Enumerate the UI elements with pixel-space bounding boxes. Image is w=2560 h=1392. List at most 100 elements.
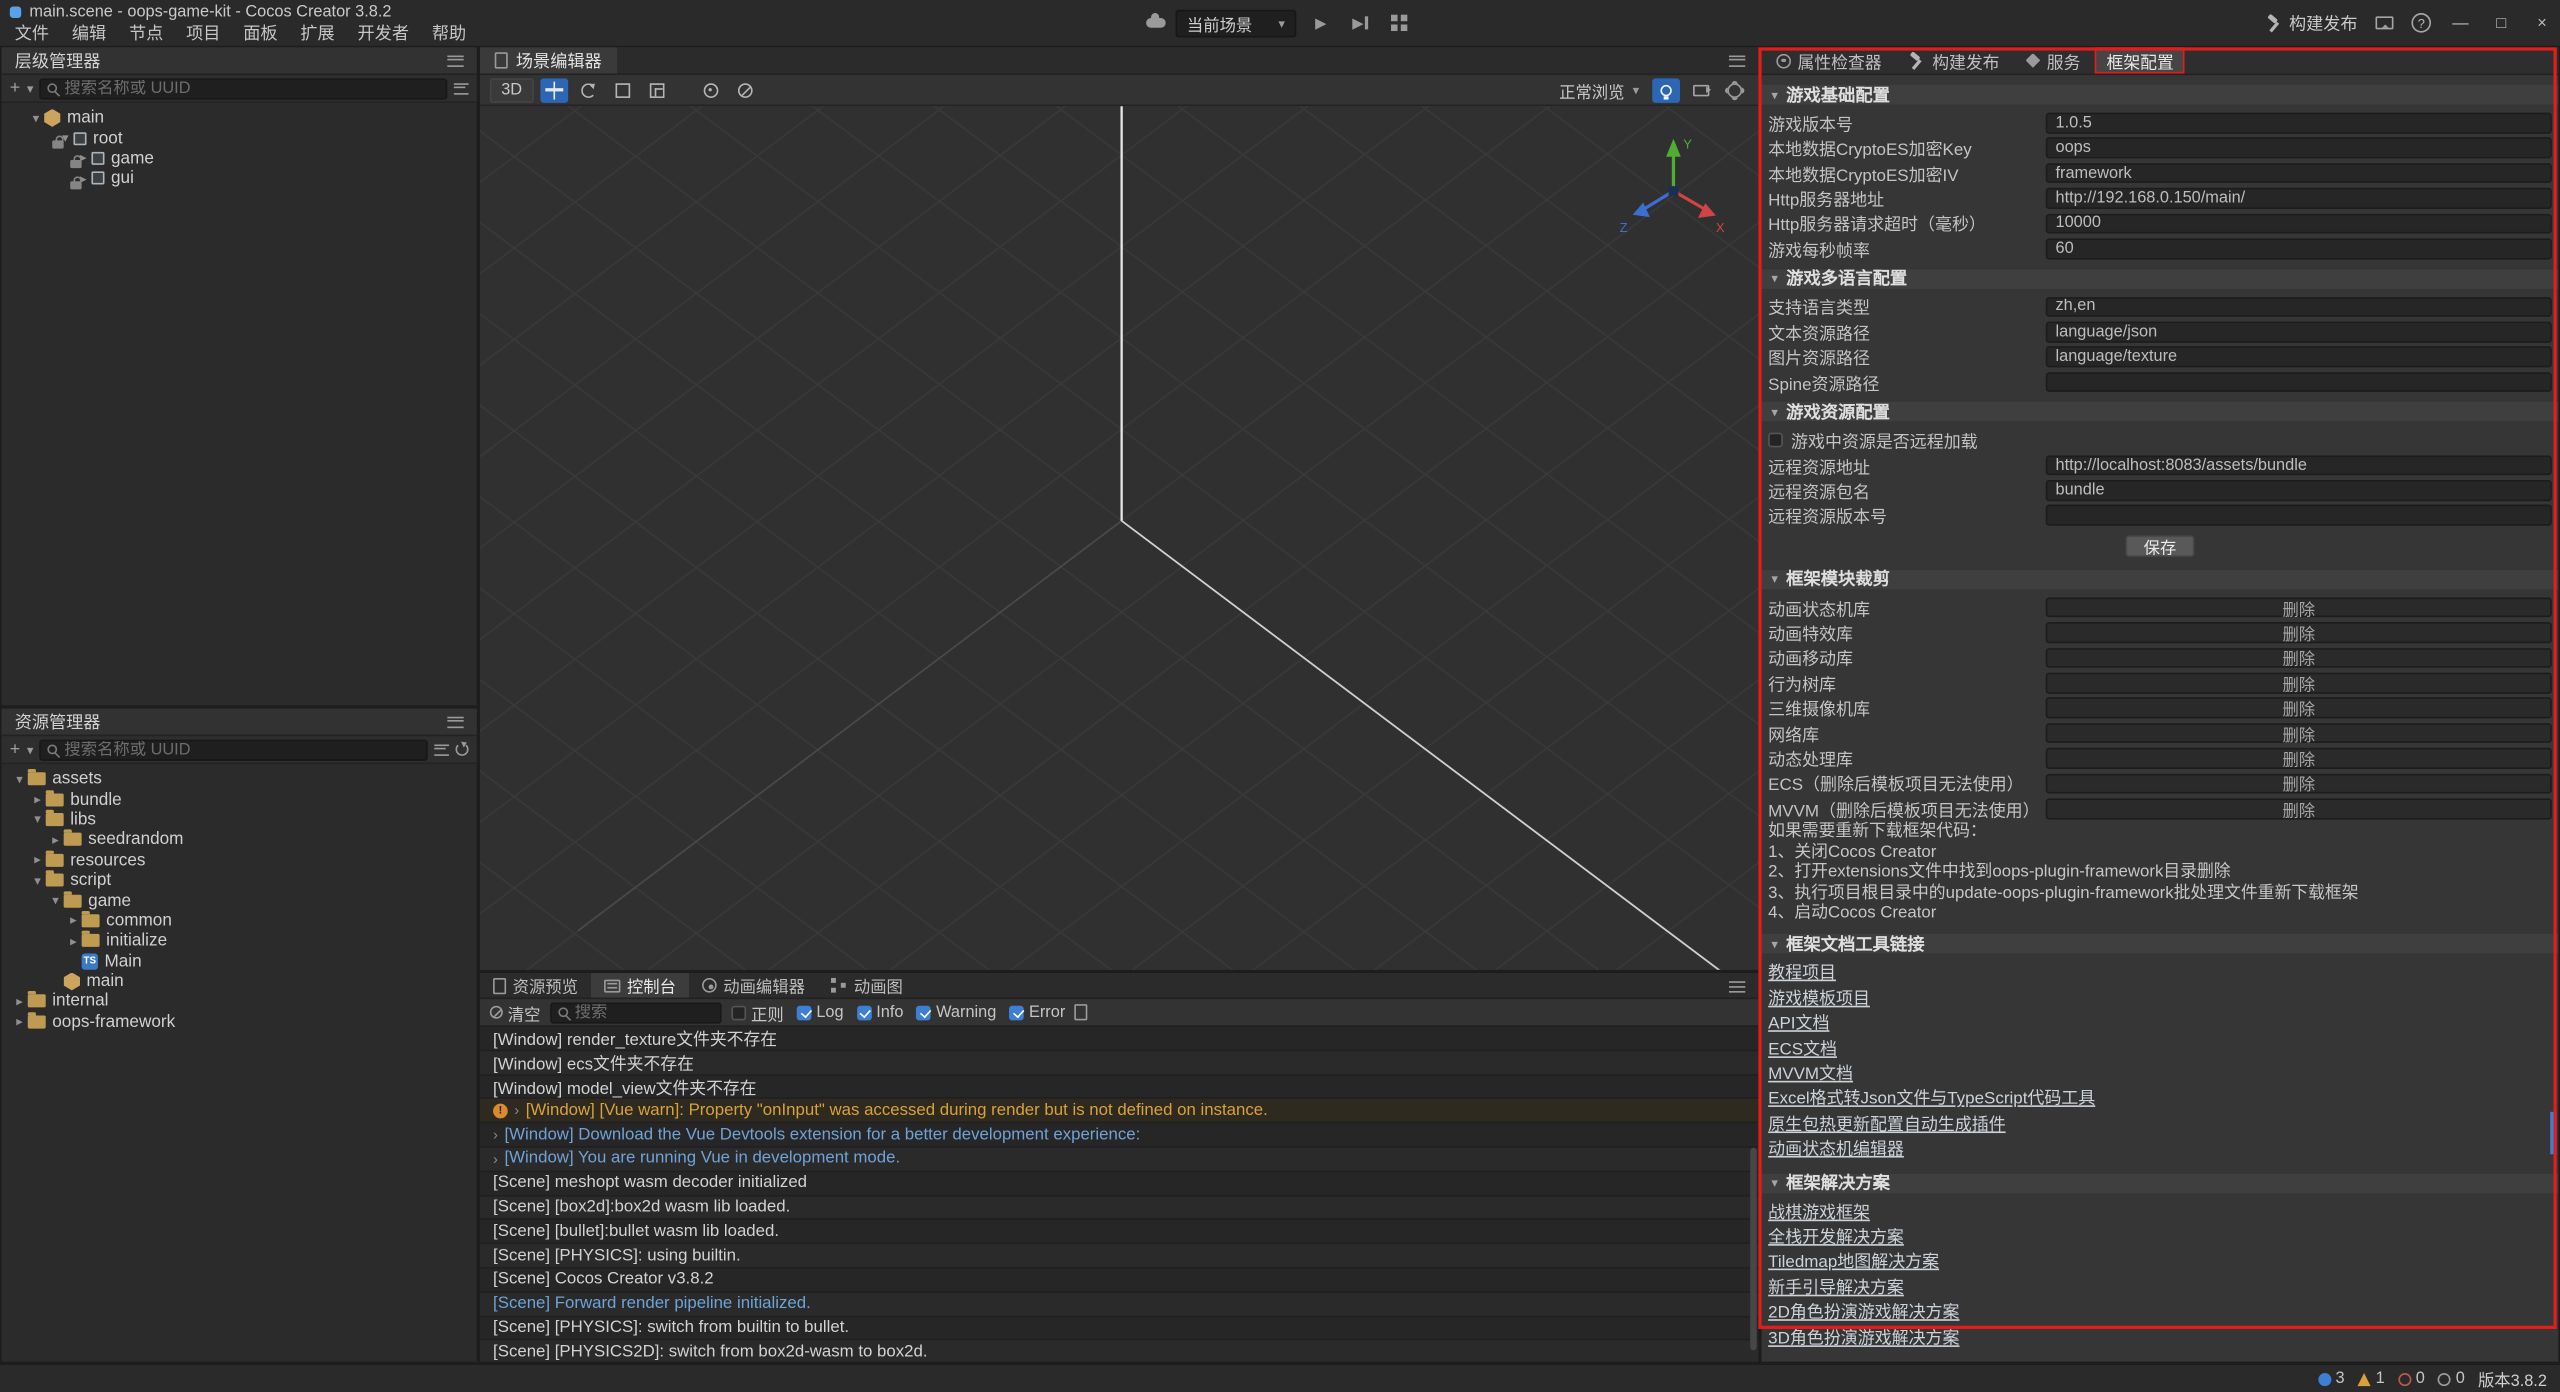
remote-version-input[interactable] xyxy=(2046,505,2552,526)
tree-node-gui[interactable]: ▸gui xyxy=(2,168,477,188)
expand-arrow-icon[interactable]: ▸ xyxy=(29,792,45,807)
inspector-tab-framework-config[interactable]: 框架配置 xyxy=(2095,47,2185,73)
warning-count[interactable]: 1 xyxy=(2358,1370,2385,1388)
filter-log[interactable]: Log xyxy=(797,1003,844,1021)
layout-button[interactable] xyxy=(1385,9,1414,37)
create-asset-button[interactable]: + xyxy=(10,740,21,758)
filter-error[interactable]: Error xyxy=(1009,1003,1065,1021)
info-count[interactable]: 3 xyxy=(2318,1370,2345,1388)
camera-settings-button[interactable] xyxy=(1687,78,1715,102)
mode-3d-button[interactable]: 3D xyxy=(490,78,534,102)
scene-editor-tab[interactable]: 场景编辑器 xyxy=(480,47,616,73)
delete-module-button[interactable]: 删除 xyxy=(2046,648,2552,669)
delete-module-button[interactable]: 删除 xyxy=(2046,698,2552,719)
console-tab-anim-editor[interactable]: 动画编辑器 xyxy=(689,973,818,997)
tree-node-bundle[interactable]: ▸bundle xyxy=(2,789,477,809)
menu-item[interactable]: 项目 xyxy=(175,23,232,46)
menu-item[interactable]: 开发者 xyxy=(346,23,420,46)
rotate-tool-button[interactable] xyxy=(574,78,602,102)
section-header-0[interactable]: ▾游戏基础配置 xyxy=(1762,83,2559,106)
play-button[interactable]: ▶ xyxy=(1306,9,1335,37)
log-row[interactable]: !›[Window] [Vue warn]: Property "onInput… xyxy=(480,1099,1758,1123)
remote-bundle-name-input[interactable] xyxy=(2046,480,2552,501)
assets-search-input[interactable] xyxy=(64,740,419,758)
doc-link[interactable]: 3D角色扮演游戏解决方案 xyxy=(1768,1327,1959,1352)
doc-link[interactable]: 战棋游戏框架 xyxy=(1768,1201,1870,1226)
inspector-tab-service[interactable]: 服务 xyxy=(2014,47,2092,73)
console-tab-anim-graph[interactable]: 动画图 xyxy=(818,973,916,997)
panel-menu-icon[interactable] xyxy=(1729,981,1745,992)
log-row[interactable]: ›[Window] You are running Vue in develop… xyxy=(480,1148,1758,1172)
console-tab-console[interactable]: 控制台 xyxy=(591,973,689,997)
inspector-tab-inspector[interactable]: 属性检查器 xyxy=(1765,47,1893,73)
build-publish-button[interactable]: 构建发布 xyxy=(2264,11,2357,35)
expand-arrow-icon[interactable]: ▾ xyxy=(11,772,27,787)
chevron-down-icon[interactable]: ▾ xyxy=(27,81,34,96)
spine-resource-path-input[interactable] xyxy=(2046,372,2552,393)
expand-arrow-icon[interactable]: ▸ xyxy=(65,913,81,928)
remote-server-address-input[interactable] xyxy=(2046,455,2552,476)
minimize-button[interactable]: — xyxy=(2449,14,2472,32)
doc-link[interactable]: ECS文档 xyxy=(1768,1038,1837,1063)
tree-node-game[interactable]: ▾game xyxy=(2,890,477,910)
delete-module-button[interactable]: 删除 xyxy=(2046,673,2552,694)
expand-arrow-icon[interactable]: ▸ xyxy=(47,832,63,847)
axis-gizmo[interactable]: Y X Z xyxy=(1611,126,1735,250)
expand-arrow-icon[interactable]: ▸ xyxy=(65,934,81,949)
expand-arrow-icon[interactable]: ▾ xyxy=(29,812,45,827)
inspector-tab-build[interactable]: 构建发布 xyxy=(1896,47,2011,73)
doc-link[interactable]: 游戏模板项目 xyxy=(1768,987,1870,1012)
notification-count[interactable]: 0 xyxy=(2438,1370,2465,1388)
expand-arrow-icon[interactable]: ▾ xyxy=(29,873,45,888)
console-search-input[interactable] xyxy=(575,1003,714,1021)
chevron-down-icon[interactable]: ▾ xyxy=(27,742,34,757)
tree-node-Main[interactable]: TSMain xyxy=(2,951,477,971)
preview-platform-icon[interactable] xyxy=(1146,18,1166,28)
save-button[interactable]: 保存 xyxy=(2126,535,2195,556)
menu-item[interactable]: 文件 xyxy=(3,23,60,46)
tree-node-internal[interactable]: ▸internal xyxy=(2,992,477,1012)
expand-arrow-icon[interactable]: ▾ xyxy=(28,111,44,126)
menu-item[interactable]: 编辑 xyxy=(60,23,117,46)
tree-node-libs[interactable]: ▾libs xyxy=(2,809,477,829)
section-header-4[interactable]: ▾框架文档工具链接 xyxy=(1762,933,2559,956)
http-timeout-input[interactable] xyxy=(2046,213,2552,234)
doc-link[interactable]: Tiledmap地图解决方案 xyxy=(1768,1251,1939,1276)
remote-load-checkbox[interactable] xyxy=(1768,433,1783,448)
delete-module-button[interactable]: 删除 xyxy=(2046,798,2552,819)
coordinate-toggle-button[interactable] xyxy=(731,78,759,102)
scene-settings-button[interactable] xyxy=(1721,78,1749,102)
expand-arrow-icon[interactable]: ▾ xyxy=(47,893,63,908)
game-version-input[interactable] xyxy=(2046,113,2552,134)
delete-module-button[interactable]: 删除 xyxy=(2046,723,2552,744)
doc-link[interactable]: 动画状态机编辑器 xyxy=(1768,1138,1904,1163)
panel-menu-icon[interactable] xyxy=(447,716,463,727)
pivot-toggle-button[interactable] xyxy=(697,78,725,102)
inspector-scrollbar[interactable] xyxy=(2550,1112,2557,1154)
tree-node-main[interactable]: ▾main xyxy=(2,108,477,128)
expand-arrow-icon[interactable]: ▸ xyxy=(11,994,27,1009)
menu-item[interactable]: 节点 xyxy=(118,23,175,46)
hierarchy-search-input[interactable] xyxy=(64,79,439,97)
doc-link[interactable]: 原生包热更新配置自动生成插件 xyxy=(1768,1113,2005,1138)
doc-link[interactable]: 教程项目 xyxy=(1768,962,1836,987)
open-log-file-icon[interactable] xyxy=(1075,1004,1088,1020)
doc-link[interactable]: Excel格式转Json文件与TypeScript代码工具 xyxy=(1768,1088,2095,1113)
language-types-input[interactable] xyxy=(2046,296,2552,317)
tree-node-root[interactable]: ▾root xyxy=(2,128,477,148)
clear-console-button[interactable]: 清空 xyxy=(490,1000,541,1024)
menu-item[interactable]: 扩展 xyxy=(289,23,346,46)
filter-warning[interactable]: Warning xyxy=(917,1003,997,1021)
maximize-button[interactable]: □ xyxy=(2490,14,2513,32)
doc-link[interactable]: MVVM文档 xyxy=(1768,1063,1853,1088)
tree-node-main[interactable]: main xyxy=(2,971,477,991)
delete-module-button[interactable]: 删除 xyxy=(2046,748,2552,769)
section-header-5[interactable]: ▾框架解决方案 xyxy=(1762,1172,2559,1195)
scale-tool-button[interactable] xyxy=(643,78,671,102)
step-button[interactable]: ▶ xyxy=(1345,9,1374,37)
delete-module-button[interactable]: 删除 xyxy=(2046,773,2552,794)
panel-menu-icon[interactable] xyxy=(447,55,463,66)
view-mode-dropdown[interactable]: 正常浏览 ▾ xyxy=(1559,78,1639,102)
log-row[interactable]: ›[Window] Download the Vue Devtools exte… xyxy=(480,1124,1758,1148)
http-server-address-input[interactable] xyxy=(2046,188,2552,209)
